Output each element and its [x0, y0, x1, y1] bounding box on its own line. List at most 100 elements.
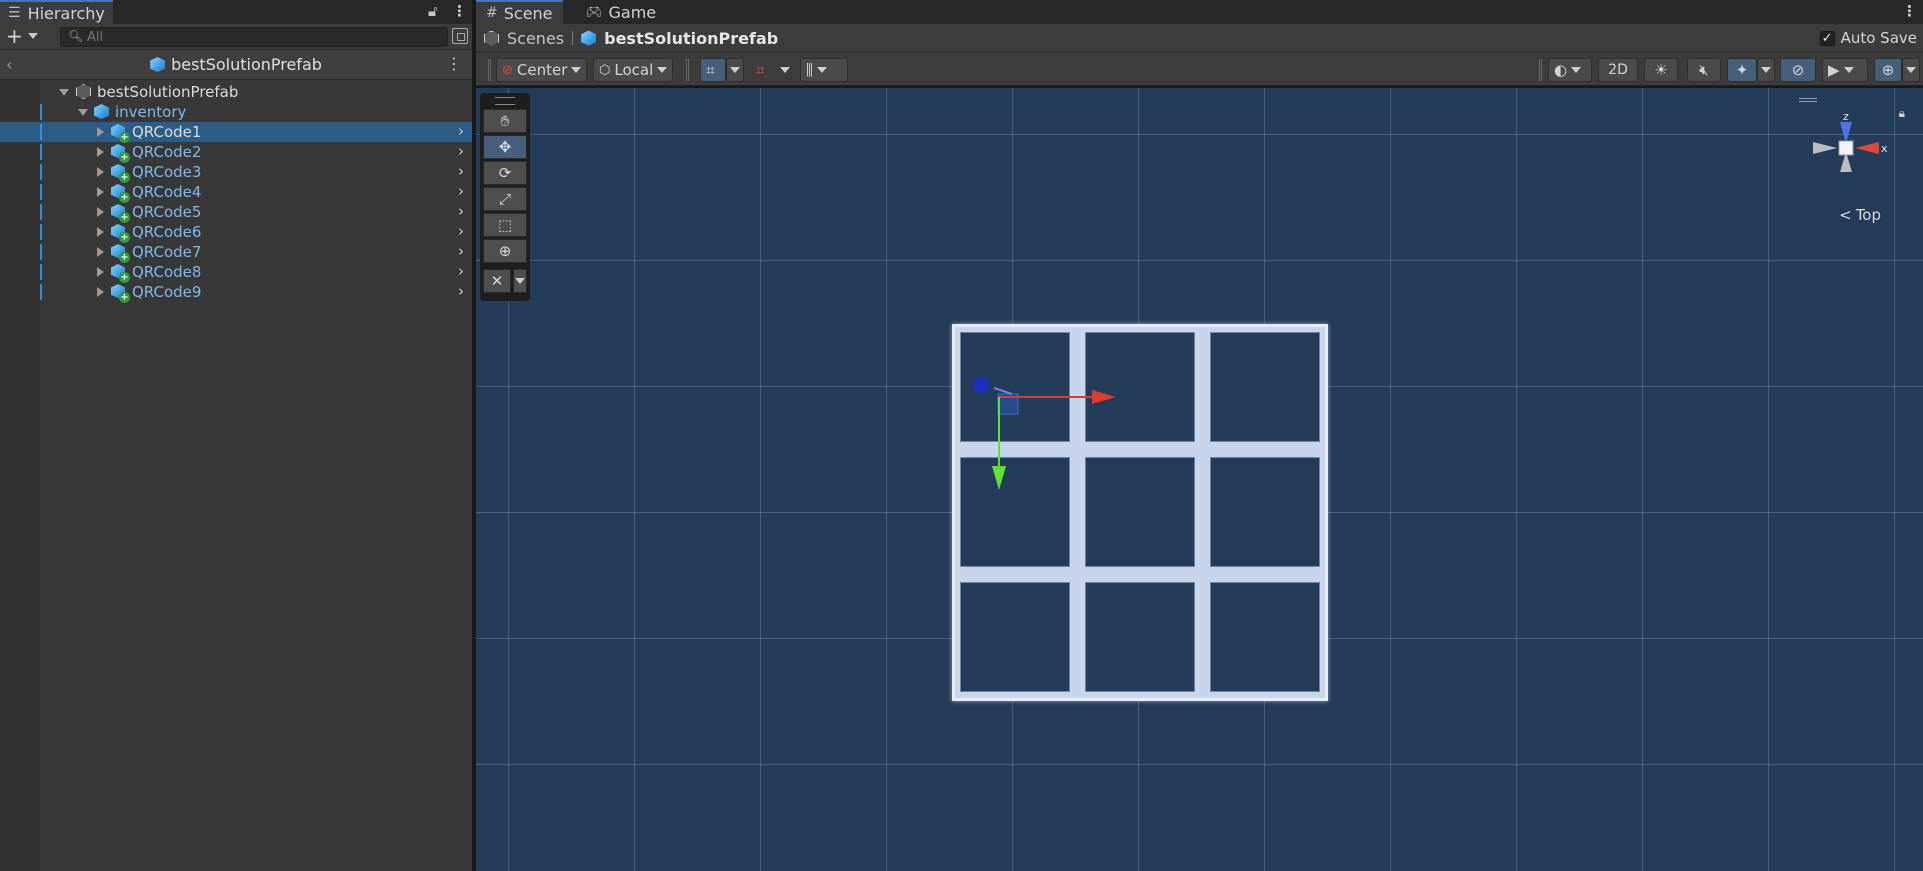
scene-viewport[interactable]: ✋︎ ✥ ⟳ ⤢ ⬚ ⊕ ✕ 🔒︎ z x < Top	[476, 88, 1923, 871]
chevron-right-icon[interactable]: ›	[458, 182, 464, 200]
palette-handle[interactable]	[495, 97, 515, 105]
tree-row-qrcode8[interactable]: + QRCode8 ›	[0, 262, 472, 283]
grid-slot[interactable]	[1210, 332, 1320, 442]
shading-mode-dropdown[interactable]: ◐	[1548, 58, 1592, 82]
fold-closed-icon[interactable]	[97, 287, 104, 297]
mode-2d-button[interactable]: 2D	[1598, 58, 1638, 82]
effects-dropdown[interactable]	[1757, 58, 1775, 82]
fold-open-icon[interactable]	[59, 89, 69, 96]
auto-save-toggle[interactable]: ✓ Auto Save	[1819, 29, 1917, 47]
chevron-right-icon[interactable]: ›	[458, 122, 464, 140]
align-dropdown[interactable]: ⫼	[800, 58, 848, 82]
custom-tools-button[interactable]: ✕	[483, 269, 511, 293]
fold-closed-icon[interactable]	[97, 187, 104, 197]
gizmos-dropdown[interactable]	[1902, 58, 1920, 82]
chevron-right-icon[interactable]: ›	[458, 262, 464, 280]
fold-closed-icon[interactable]	[97, 267, 104, 277]
create-plus-button[interactable]: +	[6, 26, 23, 46]
tree-row-qrcode4[interactable]: + QRCode4 ›	[0, 182, 472, 203]
fold-closed-icon[interactable]	[97, 127, 104, 137]
tree-row-qrcode2[interactable]: + QRCode2 ›	[0, 142, 472, 163]
mode-2d-label: 2D	[1608, 62, 1628, 78]
tree-row-label: inventory	[115, 103, 187, 121]
move-gizmo[interactable]	[966, 358, 1126, 498]
hand-tool-button[interactable]: ✋︎	[483, 109, 527, 133]
chevron-right-icon[interactable]: ›	[458, 242, 464, 260]
fold-closed-icon[interactable]	[97, 247, 104, 257]
back-arrow-icon[interactable]: ‹	[6, 55, 12, 74]
move-tool-button[interactable]: ✥	[483, 135, 527, 159]
search-options-icon[interactable]	[452, 28, 468, 44]
tree-row-qrcode7[interactable]: + QRCode7 ›	[0, 242, 472, 263]
rect-transform-icon: ⬚	[497, 216, 513, 234]
hand-icon: ✋︎	[500, 112, 510, 130]
orientation-gizmo[interactable]: z x	[1791, 98, 1901, 218]
hierarchy-search[interactable]: 🔍︎	[60, 27, 448, 47]
scale-tool-button[interactable]: ⤢	[483, 187, 527, 211]
grid-slot[interactable]	[1210, 457, 1320, 567]
lighting-toggle[interactable]: ☀	[1644, 58, 1678, 82]
align-icon: ⫼	[806, 61, 813, 79]
y-axis-arrow-icon[interactable]	[992, 466, 1006, 490]
neg-x-cone-icon[interactable]	[1813, 142, 1837, 154]
create-dropdown-caret-icon[interactable]	[28, 33, 38, 39]
chevron-right-icon[interactable]: ›	[458, 142, 464, 160]
grid-line	[476, 260, 1923, 261]
fold-closed-icon[interactable]	[97, 227, 104, 237]
x-axis-arrow-icon[interactable]	[1092, 390, 1116, 404]
grid-slot[interactable]	[1210, 582, 1320, 692]
fold-closed-icon[interactable]	[97, 147, 104, 157]
grid-line	[1516, 88, 1517, 871]
lock-icon[interactable]: 🔓︎	[428, 2, 438, 20]
chevron-right-icon[interactable]: ›	[458, 202, 464, 220]
rotate-icon: ⟳	[498, 164, 512, 182]
z-axis-handle[interactable]	[973, 377, 989, 393]
breadcrumb-scenes[interactable]: Scenes	[507, 29, 564, 48]
grid-slot[interactable]	[1085, 582, 1195, 692]
grid-snap-dropdown[interactable]	[726, 58, 744, 82]
chevron-right-icon[interactable]: ›	[458, 282, 464, 300]
pivot-mode-dropdown[interactable]: ⊘ Center	[496, 58, 588, 82]
increment-snap-button[interactable]: ⌗	[750, 58, 776, 82]
tab-game[interactable]: 🎮︎ Game	[576, 0, 666, 24]
scene-visibility-toggle[interactable]: ⊘	[1780, 58, 1816, 82]
tree-row-qrcode5[interactable]: + QRCode5 ›	[0, 202, 472, 223]
tree-row-root[interactable]: bestSolutionPrefab	[0, 82, 472, 102]
chevron-right-icon[interactable]: ›	[458, 162, 464, 180]
grid-line	[760, 88, 761, 871]
rect-tool-button[interactable]: ⬚	[483, 213, 527, 237]
tree-row-inventory[interactable]: inventory	[0, 102, 472, 122]
fold-open-icon[interactable]	[78, 109, 88, 116]
tree-row-qrcode3[interactable]: + QRCode3 ›	[0, 162, 472, 183]
grid-slot[interactable]	[960, 582, 1070, 692]
gizmos-toggle[interactable]: ⊕	[1874, 58, 1902, 82]
transform-tool-button[interactable]: ⊕	[483, 239, 527, 263]
chevron-right-icon[interactable]: ›	[458, 222, 464, 240]
camera-dropdown[interactable]: ▶	[1822, 58, 1868, 82]
grid-snap-button[interactable]: ⌗	[700, 58, 726, 82]
audio-toggle[interactable]: 🔇︎	[1687, 58, 1721, 82]
x-cone-icon[interactable]	[1855, 142, 1879, 154]
custom-tools-dropdown[interactable]	[513, 269, 527, 293]
tree-row-qrcode9[interactable]: + QRCode9 ›	[0, 282, 472, 303]
space-mode-dropdown[interactable]: ⬡ Local	[593, 58, 674, 82]
tree-row-qrcode1[interactable]: + QRCode1 ›	[0, 122, 472, 143]
effects-toggle[interactable]: ✦	[1727, 58, 1757, 82]
increment-snap-dropdown[interactable]	[776, 58, 794, 82]
search-input[interactable]	[87, 28, 427, 46]
fold-closed-icon[interactable]	[97, 167, 104, 177]
tab-hierarchy[interactable]: ☰ Hierarchy	[0, 0, 113, 24]
tab-scene[interactable]: # Scene	[476, 0, 563, 24]
checkbox-checked-icon[interactable]: ✓	[1819, 30, 1835, 46]
tree-row-qrcode6[interactable]: + QRCode6 ›	[0, 222, 472, 243]
shading-sphere-icon: ◐	[1554, 61, 1568, 79]
center-cube-icon[interactable]	[1838, 140, 1854, 156]
kebab-menu-icon[interactable]: ⋮	[1902, 2, 1917, 20]
kebab-menu-icon[interactable]: ⋮	[452, 2, 467, 20]
kebab-menu-icon[interactable]: ⋮	[446, 54, 462, 73]
view-orientation-label[interactable]: < Top	[1839, 206, 1881, 224]
rotate-tool-button[interactable]: ⟳	[483, 161, 527, 185]
grid-line	[1390, 88, 1391, 871]
fold-closed-icon[interactable]	[97, 207, 104, 217]
breadcrumb-prefab[interactable]: bestSolutionPrefab	[604, 29, 778, 48]
